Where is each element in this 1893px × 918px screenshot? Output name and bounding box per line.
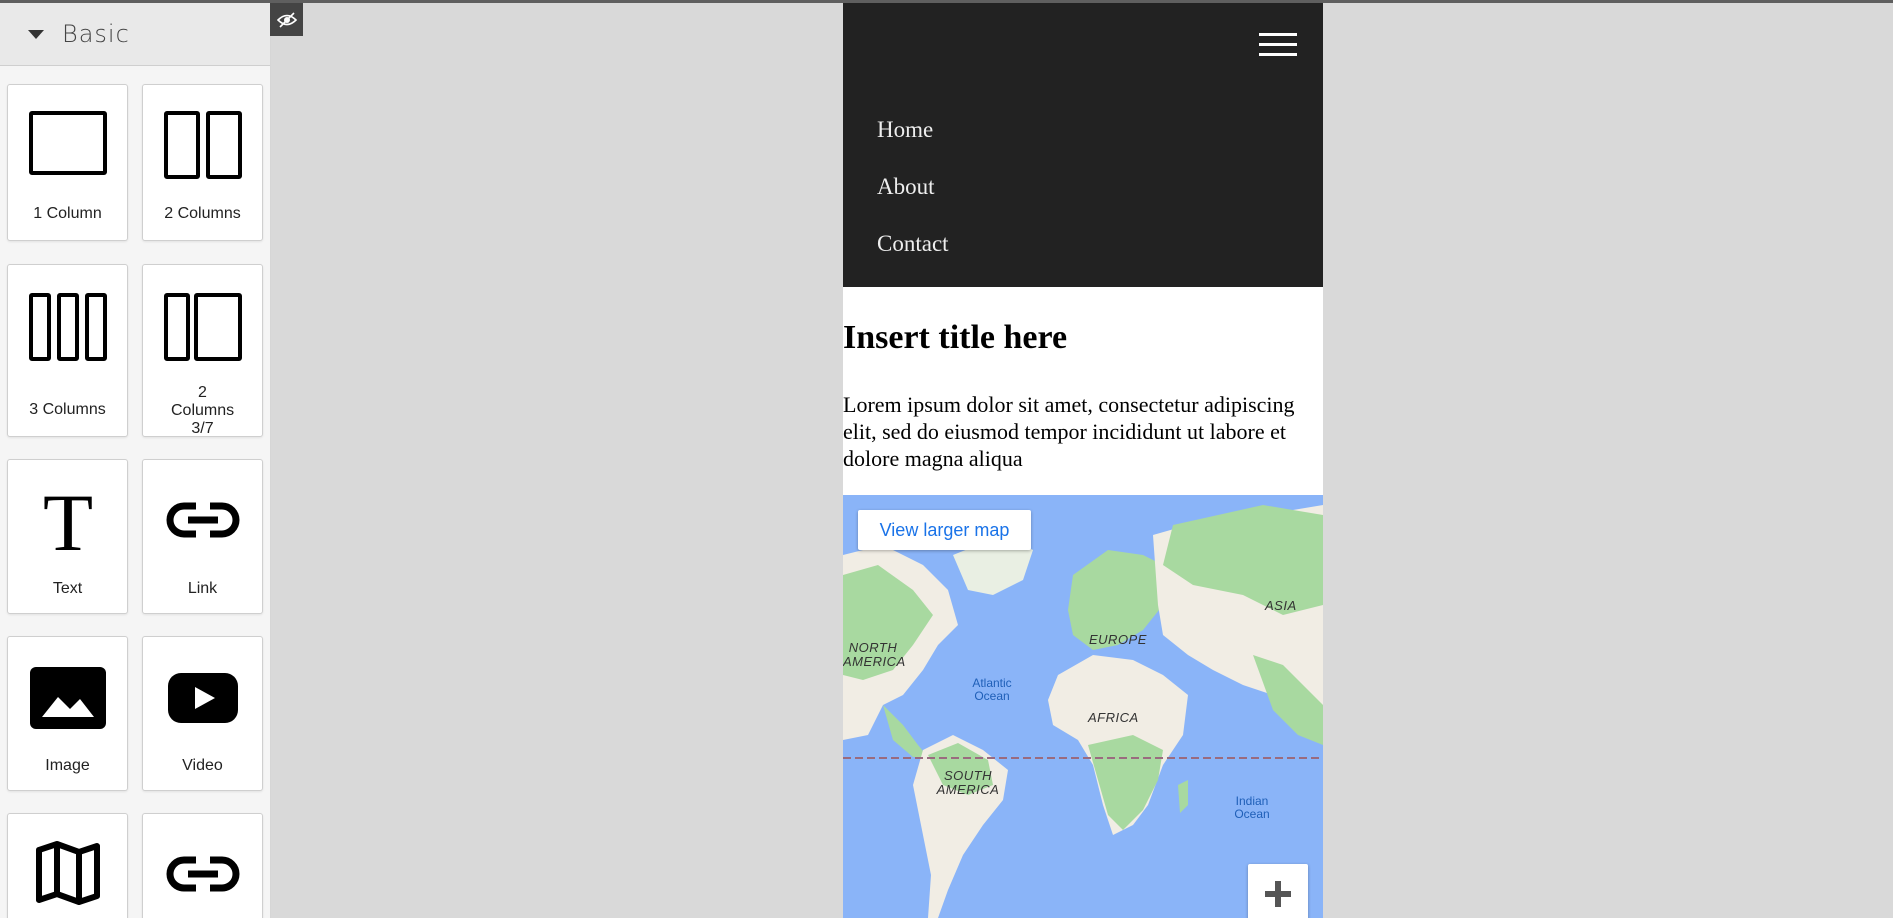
page-paragraph[interactable]: Lorem ipsum dolor sit amet, consectetur … xyxy=(843,391,1321,472)
three-columns-icon xyxy=(28,293,107,361)
two-columns-icon xyxy=(163,111,242,179)
block-label: Text xyxy=(52,580,83,597)
block-text[interactable]: T Text xyxy=(7,459,128,614)
category-header-basic[interactable]: Basic xyxy=(0,3,270,66)
map-icon xyxy=(35,841,100,905)
nav-link-contact[interactable]: Contact xyxy=(877,231,949,257)
world-map-graphic xyxy=(843,505,1323,918)
eye-slash-icon xyxy=(276,11,297,28)
image-icon xyxy=(29,667,106,729)
canvas-frame[interactable]: Home About Contact Insert title here Lor… xyxy=(843,3,1323,918)
block-3-columns[interactable]: 3 Columns xyxy=(7,264,128,437)
toggle-panel-button[interactable] xyxy=(270,3,303,36)
page-title[interactable]: Insert title here xyxy=(843,319,1067,357)
continent-label: NORTH AMERICA xyxy=(843,640,906,669)
ocean-label: Indian Ocean xyxy=(1234,794,1270,821)
block-link[interactable]: Link xyxy=(142,459,263,614)
block-label: Link xyxy=(187,580,218,597)
block-label: 2 Columns xyxy=(164,205,241,222)
ocean-label: Atlantic Ocean xyxy=(972,676,1012,703)
hamburger-icon[interactable] xyxy=(1259,33,1297,57)
text-icon: T xyxy=(42,486,92,556)
video-icon xyxy=(167,673,238,723)
link-icon xyxy=(166,502,239,538)
block-1-column[interactable]: 1 Column xyxy=(7,84,128,241)
plus-icon xyxy=(1265,881,1291,907)
block-label: 1 Column xyxy=(33,205,102,222)
block-map[interactable] xyxy=(7,813,128,918)
view-larger-map-button[interactable]: View larger map xyxy=(858,510,1031,550)
block-2-columns[interactable]: 2 Columns xyxy=(142,84,263,241)
block-video[interactable]: Video xyxy=(142,636,263,791)
nav-link-about[interactable]: About xyxy=(877,174,935,200)
block-label: 3 Columns xyxy=(29,401,106,418)
caret-down-icon[interactable] xyxy=(28,29,44,39)
continent-label: ASIA xyxy=(1265,598,1297,613)
nav-link-home[interactable]: Home xyxy=(877,117,933,143)
block-label: Video xyxy=(182,757,223,774)
continent-label: AFRICA xyxy=(1088,710,1139,725)
link-block-icon xyxy=(166,856,239,892)
category-title: Basic xyxy=(62,20,130,48)
navbar: Home About Contact xyxy=(843,3,1323,287)
zoom-in-button[interactable] xyxy=(1248,864,1308,918)
map-embed[interactable]: View larger map NORTH AMERICA EUROPE ASI… xyxy=(843,495,1323,918)
svg-text:T: T xyxy=(42,486,92,556)
continent-label: EUROPE xyxy=(1089,632,1147,647)
continent-label: SOUTH AMERICA xyxy=(936,768,1000,797)
block-link-block[interactable] xyxy=(142,813,263,918)
block-label: 2 Columns 3/7 xyxy=(171,384,235,437)
block-image[interactable]: Image xyxy=(7,636,128,791)
blocks-panel: Basic 1 Column 2 Columns 3 Columns 2 Col… xyxy=(0,3,271,918)
block-2-columns-3-7[interactable]: 2 Columns 3/7 xyxy=(142,264,263,437)
two-columns-3-7-icon xyxy=(163,293,242,361)
one-column-icon xyxy=(28,111,107,175)
block-label: Image xyxy=(45,757,90,774)
